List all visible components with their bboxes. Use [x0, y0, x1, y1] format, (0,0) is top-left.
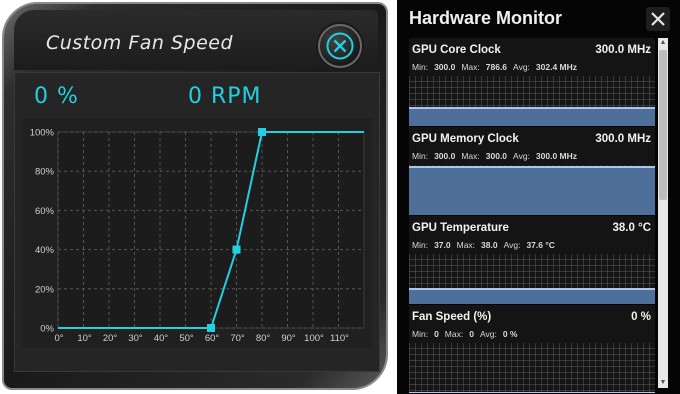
fan-speed-percent-readout: 0 % [34, 84, 79, 109]
monitor-item-fan-speed: Fan Speed (%) 0 % Min: 0 Max: 0 Avg: 0 % [409, 305, 655, 393]
custom-fan-speed-panel: Custom Fan Speed 0 % 0 RPM 0% 20% 40% 60% 80… [0, 0, 392, 394]
x-tick-label: 50° [179, 333, 194, 344]
min-value: 37.0 [434, 240, 451, 250]
min-label: Min: [412, 62, 429, 72]
min-label: Min: [412, 240, 429, 250]
x-tick-label: 110° [330, 333, 349, 344]
max-value: 0 [469, 329, 474, 339]
y-tick-label: 80% [35, 167, 55, 178]
monitor-item-stats: Min: 300.0 Max: 786.6 Avg: 302.4 MHz [412, 62, 583, 72]
max-value: 300.0 [485, 151, 508, 161]
monitor-item-label: GPU Core Clock [412, 44, 501, 56]
graph-fill [409, 392, 655, 393]
scrollbar-thumb[interactable] [659, 50, 667, 200]
fan-curve-control-point[interactable] [232, 245, 241, 254]
monitor-item-stats: Min: 37.0 Max: 38.0 Avg: 37.6 °C [412, 240, 561, 250]
fan-curve-chart[interactable]: 0% 20% 40% 60% 80% 100% 0° 10° 20° 30° 40° 50° 60° 7… [22, 118, 372, 348]
graph-fill [409, 166, 655, 215]
x-tick-label: 90° [281, 333, 296, 344]
fan-panel-close-button[interactable] [318, 24, 362, 68]
monitor-item-gpu-temperature: GPU Temperature 38.0 °C Min: 37.0 Max: 38.0… [409, 216, 655, 304]
y-tick-label: 20% [35, 284, 55, 295]
monitor-item-label: GPU Temperature [412, 222, 509, 234]
fan-curve-control-point[interactable] [258, 128, 266, 136]
min-value: 0 [434, 329, 439, 339]
monitor-item-stats: Min: 0 Max: 0 Avg: 0 % [412, 329, 523, 339]
avg-value: 300.0 MHz [535, 151, 578, 161]
y-tick-label: 0% [40, 324, 54, 335]
x-tick-label: 30° [128, 333, 143, 344]
scroll-down-arrow-icon[interactable]: ▼ [658, 378, 668, 388]
monitor-item-graph [409, 165, 655, 215]
min-label: Min: [412, 151, 429, 161]
monitor-item-value: 0 % [631, 311, 651, 323]
hardware-monitor-panel: Hardware Monitor GPU Core Clock 300.0 MH… [397, 0, 680, 394]
max-value: 786.6 [485, 62, 508, 72]
avg-label: Avg: [503, 240, 521, 250]
graph-fill [409, 288, 655, 304]
avg-label: Avg: [513, 62, 530, 72]
max-label: Max: [456, 240, 476, 250]
x-tick-label: 0° [54, 333, 63, 344]
min-value: 300.0 [434, 62, 456, 72]
x-tick-label: 80° [256, 333, 271, 344]
avg-label: Avg: [513, 151, 530, 161]
hardware-monitor-title: Hardware Monitor [409, 8, 563, 28]
max-label: Max: [461, 151, 480, 161]
fan-panel-title: Custom Fan Speed [46, 32, 234, 54]
max-value: 38.0 [481, 240, 498, 250]
monitor-item-stats: Min: 300.0 Max: 300.0 Avg: 300.0 MHz [412, 151, 583, 161]
graph-fill [409, 107, 655, 126]
monitor-item-graph [409, 76, 655, 126]
fan-rpm-readout: 0 RPM [188, 84, 262, 109]
monitor-item-value: 300.0 MHz [595, 44, 651, 56]
max-label: Max: [444, 329, 464, 339]
avg-value: 302.4 MHz [535, 62, 578, 72]
scroll-up-arrow-icon[interactable]: ▲ [658, 38, 668, 48]
chart-grid [57, 131, 365, 329]
close-icon [646, 7, 670, 31]
monitor-item-value: 300.0 MHz [595, 133, 651, 145]
min-value: 300.0 [434, 151, 456, 161]
min-label: Min: [412, 329, 429, 339]
x-tick-label: 100° [304, 333, 324, 344]
max-label: Max: [461, 62, 480, 72]
monitor-item-label: Fan Speed (%) [412, 311, 492, 323]
hardware-monitor-close-button[interactable] [646, 7, 670, 31]
monitor-item-value: 38.0 °C [612, 222, 651, 234]
x-tick-label: 70° [230, 333, 245, 344]
x-tick-label: 20° [103, 333, 118, 344]
avg-value: 37.6 °C [526, 240, 555, 250]
y-tick-label: 100% [30, 128, 55, 139]
monitor-item-gpu-core-clock: GPU Core Clock 300.0 MHz Min: 300.0 Max: 78… [409, 38, 655, 126]
y-tick-label: 60% [35, 206, 55, 217]
monitor-item-graph [409, 254, 655, 304]
monitor-item-label: GPU Memory Clock [412, 133, 519, 145]
y-tick-label: 40% [35, 245, 55, 256]
close-icon [326, 32, 354, 60]
monitor-item-graph [409, 343, 655, 393]
fan-curve-control-point[interactable] [207, 324, 215, 332]
x-tick-label: 40° [154, 333, 169, 344]
x-tick-label: 60° [205, 333, 220, 344]
monitor-scrollbar[interactable]: ▲ ▼ [658, 38, 668, 388]
x-tick-label: 10° [77, 333, 92, 344]
monitor-item-gpu-memory-clock: GPU Memory Clock 300.0 MHz Min: 300.0 Max:… [409, 127, 655, 215]
avg-label: Avg: [479, 329, 497, 339]
avg-value: 0 % [502, 329, 518, 339]
